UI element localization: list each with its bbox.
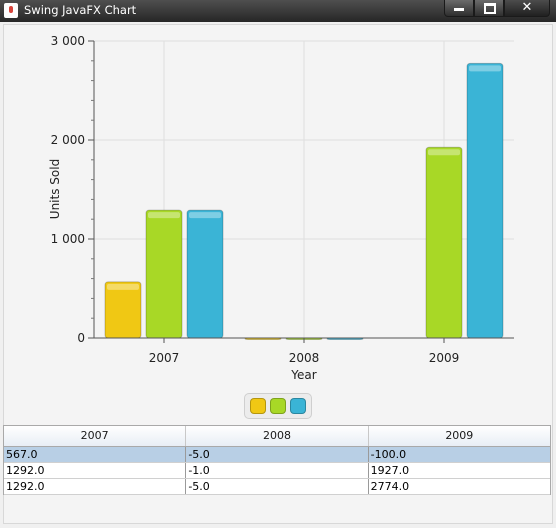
table-row[interactable]: 1292.0 -1.0 1927.0 [4, 463, 550, 479]
bar-chart: 0 1 000 2 000 3 000 2007 2008 2009 Units Sold… [48, 34, 514, 382]
bar [425, 146, 463, 339]
bar-highlight [148, 212, 180, 219]
table-cell[interactable]: 567.0 [4, 447, 187, 462]
table-cell[interactable]: -100.0 [369, 447, 550, 462]
x-tick-label: 2008 [289, 351, 320, 365]
table-cell[interactable]: 1292.0 [4, 463, 187, 478]
data-table[interactable]: 2007 2008 2009 567.0 -5.0 -100.0 1292.0 … [3, 425, 551, 495]
bar-highlight [469, 65, 501, 72]
chart-legend [244, 393, 312, 419]
table-row[interactable]: 567.0 -5.0 -100.0 [4, 447, 550, 463]
x-tick-label: 2007 [149, 351, 180, 365]
table-row[interactable]: 1292.0 -5.0 2774.0 [4, 479, 550, 495]
bar [145, 209, 183, 339]
legend-item-series-3 [290, 398, 306, 414]
table-header: 2007 2008 2009 [4, 426, 550, 447]
table-cell[interactable]: 1927.0 [369, 463, 550, 478]
y-tick-label: 3 000 [51, 34, 85, 48]
bar [466, 62, 504, 339]
table-cell[interactable]: -5.0 [186, 447, 369, 462]
table-cell[interactable]: 2774.0 [369, 479, 550, 494]
x-axis-label: Year [290, 368, 316, 382]
table-cell[interactable]: 1292.0 [4, 479, 187, 494]
y-axis-label: Units Sold [48, 159, 62, 219]
y-tick-label: 1 000 [51, 232, 85, 246]
x-tick-label: 2009 [429, 351, 460, 365]
column-header[interactable]: 2008 [186, 426, 369, 446]
column-header[interactable]: 2009 [369, 426, 550, 446]
bar [186, 209, 224, 339]
x-axis-ticks: 2007 2008 2009 [149, 338, 460, 365]
y-tick-label: 0 [77, 331, 85, 345]
bar-highlight [107, 283, 139, 290]
table-cell[interactable]: -5.0 [186, 479, 369, 494]
legend-item-series-2 [270, 398, 286, 414]
bar-highlight [428, 149, 460, 156]
app-window: Swing JavaFX Chart ✕ 01 000 2 000 3 000 20… [0, 0, 556, 528]
table-cell[interactable]: -1.0 [186, 463, 369, 478]
bar-highlight [189, 212, 221, 219]
y-tick-label: 2 000 [51, 133, 85, 147]
legend-item-series-1 [250, 398, 266, 414]
bar [104, 281, 142, 339]
column-header[interactable]: 2007 [4, 426, 187, 446]
